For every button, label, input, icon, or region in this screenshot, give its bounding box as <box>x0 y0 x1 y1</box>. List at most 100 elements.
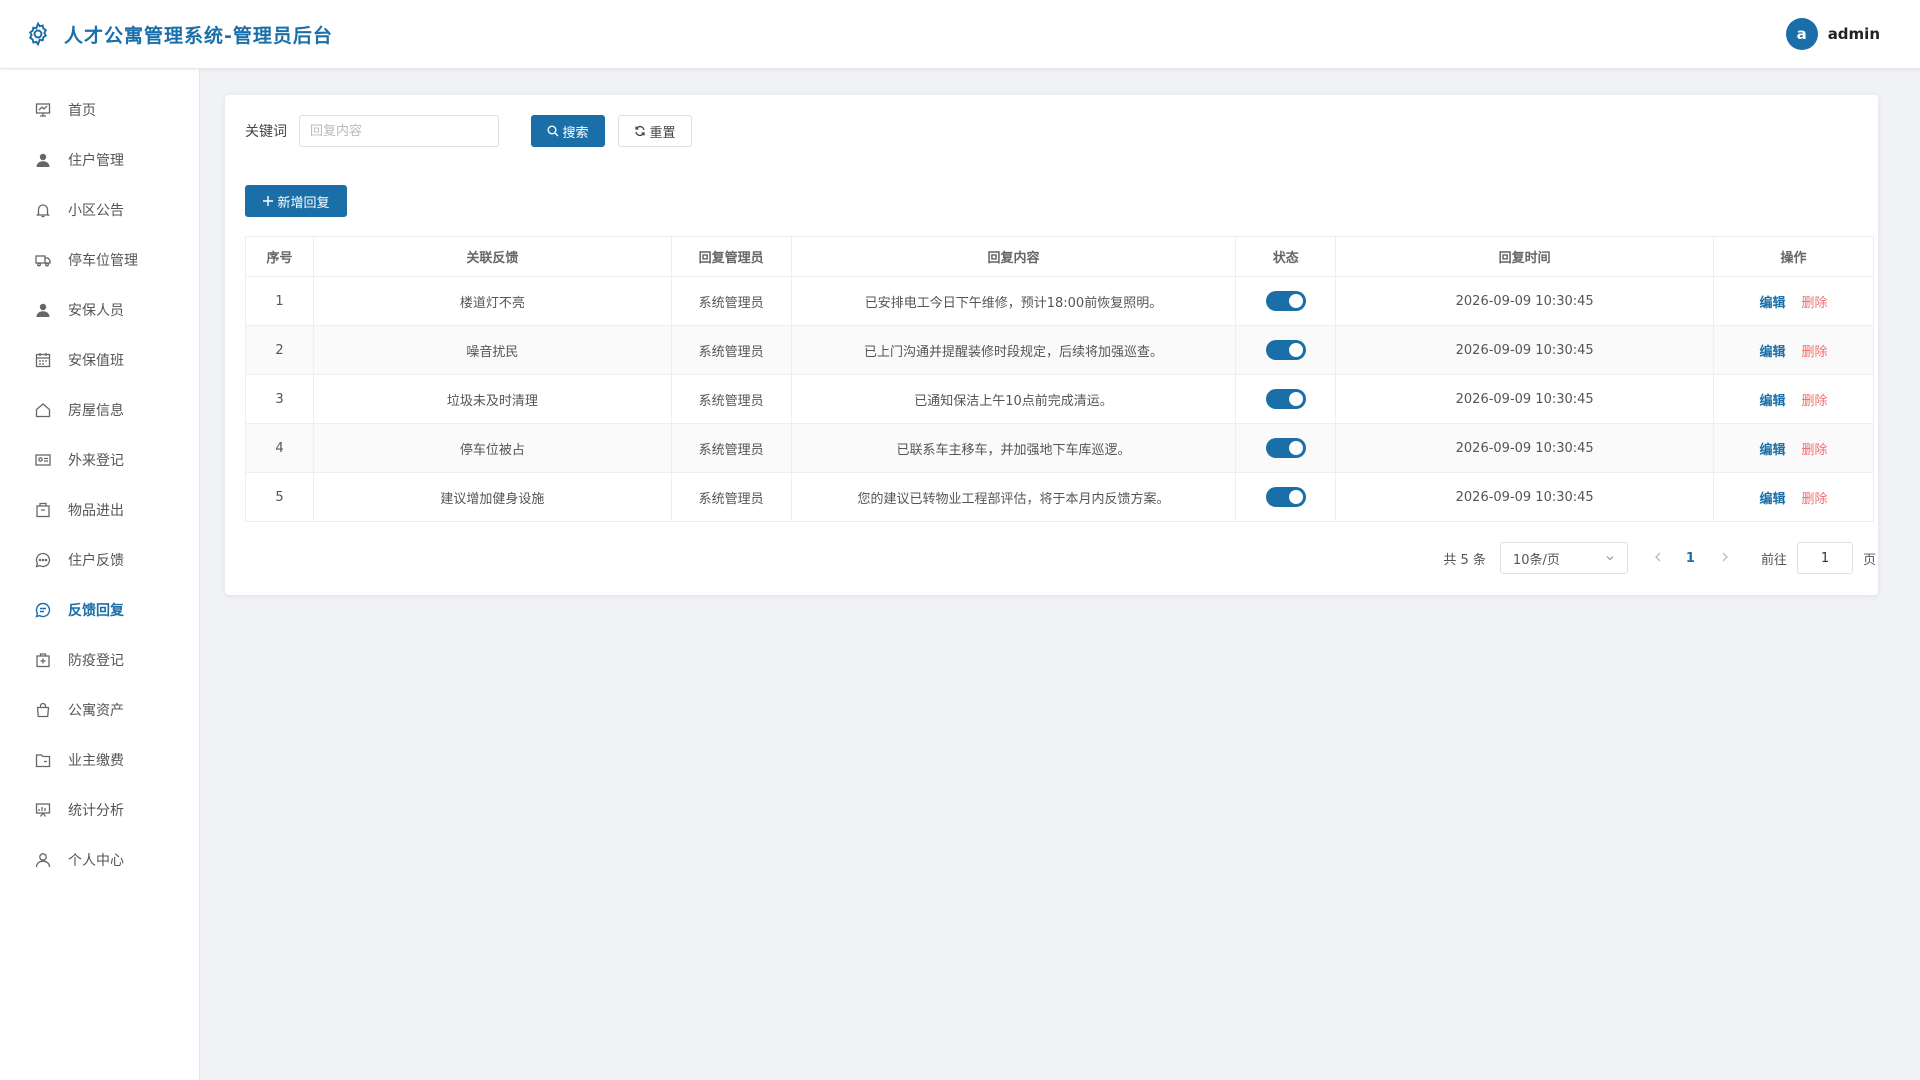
user-icon <box>34 151 52 169</box>
sidebar-item-label: 公寓资产 <box>68 703 124 719</box>
page-size-select[interactable]: 10条/页 <box>1499 542 1628 574</box>
cell-actions: 编辑 删除 <box>1713 423 1874 473</box>
delete-link[interactable]: 删除 <box>1802 345 1828 360</box>
chat-icon <box>34 551 52 569</box>
sidebar-item-feedback[interactable]: 住户反馈 <box>0 535 199 585</box>
first-aid-icon <box>34 651 52 669</box>
bag-icon <box>34 701 52 719</box>
sidebar-item-visitors[interactable]: 外来登记 <box>0 435 199 485</box>
sidebar-item-residents[interactable]: 住户管理 <box>0 135 199 185</box>
avatar[interactable]: a <box>1785 18 1818 50</box>
status-toggle[interactable] <box>1265 487 1306 507</box>
status-toggle[interactable] <box>1265 389 1306 409</box>
delete-link[interactable]: 删除 <box>1802 296 1828 311</box>
chart-board-icon <box>34 801 52 819</box>
status-toggle[interactable] <box>1265 340 1306 360</box>
status-toggle[interactable] <box>1265 291 1306 311</box>
gear-icon <box>24 20 52 48</box>
sidebar-item-label: 统计分析 <box>68 803 124 819</box>
cell-feedback: 垃圾未及时清理 <box>312 374 672 424</box>
status-toggle[interactable] <box>1265 438 1306 458</box>
delete-link[interactable]: 删除 <box>1802 443 1828 458</box>
sidebar-item-feedback-reply[interactable]: 反馈回复 <box>0 585 199 635</box>
sidebar-item-label: 反馈回复 <box>68 603 124 619</box>
sidebar-item-housing[interactable]: 房屋信息 <box>0 385 199 435</box>
cell-actions: 编辑 删除 <box>1713 276 1874 326</box>
cell-feedback: 停车位被占 <box>312 423 672 473</box>
top-header: 人才公寓管理系统-管理员后台 a admin <box>0 0 1920 69</box>
cell-index: 4 <box>245 423 314 473</box>
cell-time: 2026-09-09 10:30:45 <box>1335 472 1715 522</box>
cell-index: 1 <box>245 276 314 326</box>
pagination: 共 5 条 10条/页 1 前往 页 <box>1443 542 1876 574</box>
goto-label: 前往 <box>1760 552 1787 568</box>
cell-actions: 编辑 删除 <box>1713 325 1874 375</box>
folder-icon <box>34 751 52 769</box>
cell-admin: 系统管理员 <box>670 276 792 326</box>
add-reply-button[interactable]: 新增回复 <box>245 185 347 217</box>
sidebar-item-label: 安保人员 <box>68 303 124 319</box>
cell-content: 已上门沟通并提醒装修时段规定，后续将加强巡查。 <box>790 325 1237 375</box>
user-outline-icon <box>34 851 52 869</box>
sidebar-item-epidemic[interactable]: 防疫登记 <box>0 635 199 685</box>
next-page-button[interactable] <box>1721 551 1729 566</box>
sidebar-item-notices[interactable]: 小区公告 <box>0 185 199 235</box>
sidebar-item-security-staff[interactable]: 安保人员 <box>0 285 199 335</box>
cell-status <box>1235 276 1337 326</box>
edit-link[interactable]: 编辑 <box>1760 345 1786 360</box>
sidebar-item-label: 首页 <box>68 103 96 119</box>
column-header: 操作 <box>1713 236 1874 277</box>
chevron-down-icon <box>1606 556 1614 561</box>
cell-content: 已安排电工今日下午维修，预计18:00前恢复照明。 <box>790 276 1237 326</box>
goto-page-input[interactable] <box>1796 542 1853 574</box>
column-header: 回复时间 <box>1335 236 1715 277</box>
cell-feedback: 建议增加健身设施 <box>312 472 672 522</box>
delete-link[interactable]: 删除 <box>1802 394 1828 409</box>
sidebar-item-parking[interactable]: 停车位管理 <box>0 235 199 285</box>
cell-content: 您的建议已转物业工程部评估，将于本月内反馈方案。 <box>790 472 1237 522</box>
chevron-right-icon <box>1722 552 1728 561</box>
sidebar-item-statistics[interactable]: 统计分析 <box>0 785 199 835</box>
delete-link[interactable]: 删除 <box>1802 492 1828 507</box>
reset-button-label: 重置 <box>649 125 676 141</box>
cell-admin: 系统管理员 <box>670 325 792 375</box>
cell-index: 5 <box>245 472 314 522</box>
username[interactable]: admin <box>1828 25 1880 43</box>
column-header: 关联反馈 <box>312 236 672 277</box>
id-card-icon <box>34 451 52 469</box>
sidebar-item-home[interactable]: 首页 <box>0 85 199 135</box>
table-row: 4 停车位被占 系统管理员 已联系车主移车，并加强地下车库巡逻。 2026-09… <box>245 423 1874 473</box>
prev-page-button[interactable] <box>1654 551 1662 566</box>
cell-status <box>1235 472 1337 522</box>
sidebar-item-security-duty[interactable]: 安保值班 <box>0 335 199 385</box>
search-button-label: 搜索 <box>562 125 589 141</box>
truck-icon <box>34 251 52 269</box>
sidebar-item-profile[interactable]: 个人中心 <box>0 835 199 885</box>
column-header: 回复内容 <box>790 236 1237 277</box>
cell-status <box>1235 374 1337 424</box>
edit-link[interactable]: 编辑 <box>1760 394 1786 409</box>
cell-time: 2026-09-09 10:30:45 <box>1335 423 1715 473</box>
search-input[interactable] <box>299 115 499 147</box>
keyword-label: 关键词 <box>245 124 287 140</box>
user-menu[interactable]: a admin <box>1785 18 1880 50</box>
edit-link[interactable]: 编辑 <box>1760 296 1786 311</box>
sidebar-item-payments[interactable]: 业主缴费 <box>0 735 199 785</box>
sidebar-item-assets[interactable]: 公寓资产 <box>0 685 199 735</box>
edit-link[interactable]: 编辑 <box>1760 492 1786 507</box>
add-button-label: 新增回复 <box>277 195 330 211</box>
sidebar-item-label: 住户反馈 <box>68 553 124 569</box>
page-size-value: 10条/页 <box>1512 552 1560 568</box>
house-icon <box>34 401 52 419</box>
cell-time: 2026-09-09 10:30:45 <box>1335 325 1715 375</box>
cell-admin: 系统管理员 <box>670 472 792 522</box>
page-number-current[interactable]: 1 <box>1686 551 1695 566</box>
edit-link[interactable]: 编辑 <box>1760 443 1786 458</box>
chat-reply-icon <box>34 601 52 619</box>
column-header: 回复管理员 <box>670 236 792 277</box>
search-button[interactable]: 搜索 <box>531 115 605 147</box>
sidebar-item-goods[interactable]: 物品进出 <box>0 485 199 535</box>
sidebar-item-label: 物品进出 <box>68 503 124 519</box>
reset-button[interactable]: 重置 <box>618 115 692 147</box>
search-bar: 关键词 搜索 重置 <box>245 115 692 147</box>
